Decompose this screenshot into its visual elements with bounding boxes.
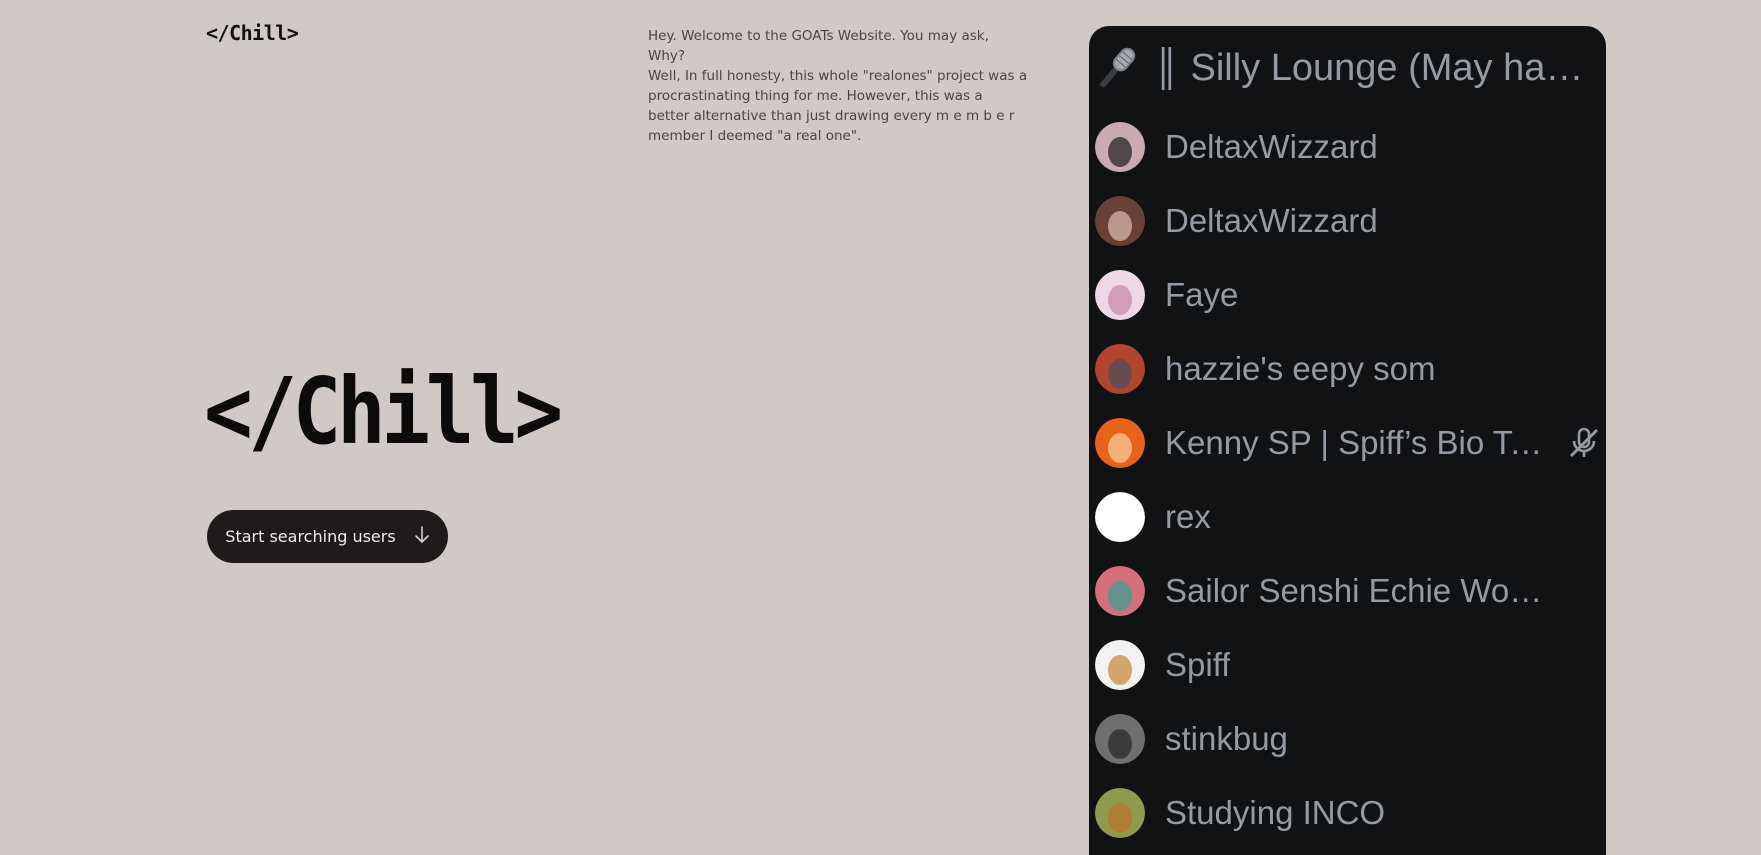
voice-member-name: Spiff (1165, 646, 1231, 683)
start-searching-label: Start searching users (225, 527, 396, 546)
voice-member-name: DeltaxWizzard (1165, 128, 1378, 165)
voice-member-name: Studying INCO (1165, 794, 1386, 831)
voice-channel-header[interactable]: ║ Silly Lounge (May have L... (1089, 26, 1606, 110)
voice-member[interactable]: Studying INCO (1089, 776, 1606, 850)
voice-member-name: stinkbug (1165, 720, 1288, 757)
avatar (1095, 566, 1145, 616)
voice-channel-name: ║ Silly Lounge (May have L... (1153, 46, 1593, 89)
avatar (1095, 640, 1145, 690)
voice-member[interactable]: Spiff (1089, 628, 1606, 702)
avatar (1095, 418, 1145, 468)
voice-member-name: Faye (1165, 276, 1239, 313)
avatar (1095, 788, 1145, 838)
avatar (1095, 196, 1145, 246)
start-searching-button[interactable]: Start searching users (207, 510, 448, 563)
avatar (1095, 714, 1145, 764)
voice-member-name: hazzie's eepy som (1165, 350, 1436, 387)
voice-member[interactable]: Faye (1089, 258, 1606, 332)
voice-member[interactable]: DeltaxWizzard (1089, 110, 1606, 184)
intro-line: Why? (648, 48, 686, 64)
voice-member-name: DeltaxWizzard (1165, 202, 1378, 239)
intro-line: Hey. Welcome to the GOATs Website. You m… (648, 28, 989, 44)
voice-member[interactable]: hazzie's eepy som (1089, 332, 1606, 406)
avatar (1095, 122, 1145, 172)
voice-member-name: rex (1165, 498, 1211, 535)
muted-microphone-icon (1569, 427, 1599, 458)
intro-line: Well, In full honesty, this whole "realo… (648, 68, 1028, 144)
avatar (1095, 344, 1145, 394)
voice-member[interactable]: Kenny SP | Spiff’s Bio Te... (1089, 406, 1606, 480)
arrow-down-icon (414, 525, 430, 548)
voice-member[interactable]: rex (1089, 480, 1606, 554)
avatar (1095, 492, 1145, 542)
hero-title: </Chill> (204, 358, 563, 465)
intro-text: Hey. Welcome to the GOATs Website. You m… (648, 26, 1028, 146)
voice-member-list: DeltaxWizzard DeltaxWizzard Faye hazzie's e… (1089, 110, 1606, 850)
voice-member-name: Sailor Senshi Echie World (1165, 572, 1545, 609)
avatar (1095, 270, 1145, 320)
voice-member-name: Kenny SP | Spiff’s Bio Te... (1165, 424, 1545, 461)
voice-member[interactable]: stinkbug (1089, 702, 1606, 776)
voice-member[interactable]: DeltaxWizzard (1089, 184, 1606, 258)
site-logo[interactable]: </Chill> (206, 21, 299, 45)
voice-channel-panel: ║ Silly Lounge (May have L... DeltaxWizz… (1089, 26, 1606, 855)
microphone-icon (1100, 47, 1136, 88)
voice-member[interactable]: Sailor Senshi Echie World (1089, 554, 1606, 628)
